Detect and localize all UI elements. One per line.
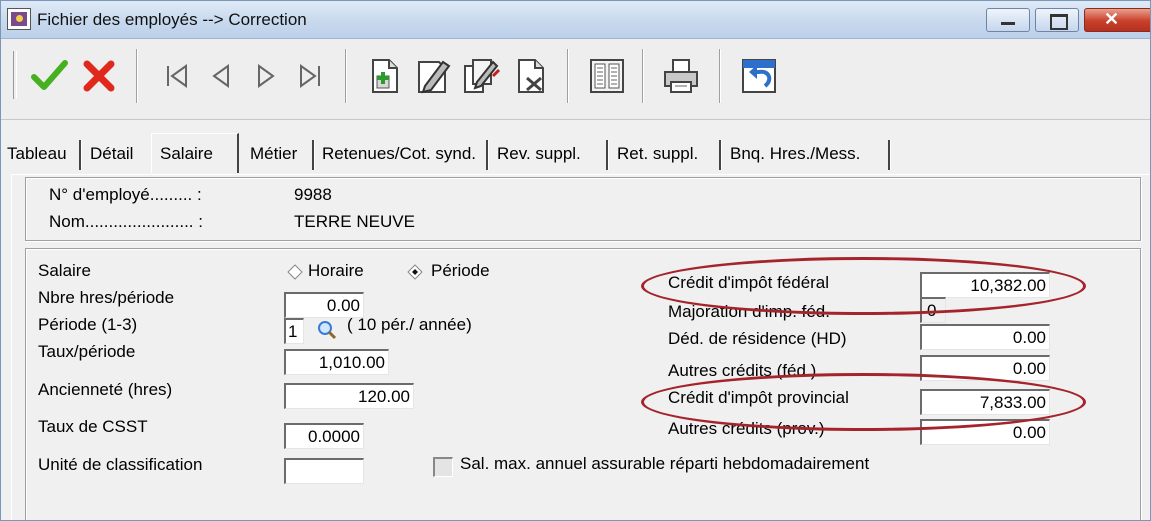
tab-strip: Tableau Détail Salaire Métier Retenues/C… [1,120,1150,174]
tab-divider [888,140,891,170]
autres-credits-fed-label: Autres crédits (féd.) [668,361,817,380]
tab-divider [719,140,722,170]
periode-label: Période (1-3) [38,315,138,334]
unite-classification-field[interactable] [284,458,364,484]
taux-periode-field[interactable]: 1,010.00 [284,349,389,375]
previous-record-icon[interactable] [201,56,241,96]
cancel-icon[interactable] [79,56,119,96]
check-icon[interactable] [29,56,69,96]
tab-ret-suppl[interactable]: Ret. suppl. [613,137,702,171]
first-record-icon[interactable] [156,56,196,96]
window-title: Fichier des employés --> Correction [37,10,307,29]
application-window: Fichier des employés --> Correction ✕ Ta… [0,0,1151,521]
residence-field[interactable]: 0.00 [920,324,1050,350]
search-icon[interactable] [316,319,338,341]
taux-periode-label: Taux/période [38,342,136,361]
undo-icon[interactable] [739,56,779,96]
toolbar-grip[interactable] [13,51,17,99]
employee-name-value: TERRE NEUVE [294,212,415,231]
toolbar-separator [567,49,569,103]
radio-periode[interactable] [407,264,423,280]
autres-credits-prov-label: Autres crédits (prov.) [668,419,825,438]
employee-number-label: N° d'employé......... : [49,185,202,204]
credit-provincial-label: Crédit d'impôt provincial [668,388,849,407]
edit-document-icon[interactable] [413,56,453,96]
hres-periode-label: Nbre hres/période [38,288,175,307]
tab-metier[interactable]: Métier [246,137,301,171]
toolbar-separator [345,49,347,103]
credit-federal-label: Crédit d'impôt fédéral [668,273,830,292]
edit-multiple-icon[interactable] [461,56,501,96]
salaire-label: Salaire [38,261,91,280]
credit-federal-field[interactable]: 10,382.00 [920,272,1050,298]
last-record-icon[interactable] [291,56,331,96]
toolbar-separator [719,49,721,103]
salaire-panel: N° d'employé......... : 9988 Nom........… [11,174,1150,520]
tab-rev-suppl[interactable]: Rev. suppl. [493,137,585,171]
next-record-icon[interactable] [246,56,286,96]
periode-field[interactable]: 1 [284,318,304,344]
anciennete-label: Ancienneté (hres) [38,380,173,399]
tab-divider [79,140,82,170]
majoration-label: Majoration d'imp. féd. [668,302,830,321]
list-icon[interactable] [587,56,627,96]
unite-classification-label: Unité de classification [38,455,203,474]
anciennete-field[interactable]: 120.00 [284,383,414,409]
tab-bnq-hres-mess[interactable]: Bnq. Hres./Mess. [726,137,864,171]
autres-credits-prov-field[interactable]: 0.00 [920,419,1050,445]
periode-option-label[interactable]: Période [431,261,490,281]
radio-horaire[interactable] [287,264,303,280]
delete-document-icon[interactable] [511,56,551,96]
csst-label: Taux de CSST [38,417,148,436]
tab-tableau[interactable]: Tableau [3,137,71,171]
toolbar-separator [642,49,644,103]
tab-salaire[interactable]: Salaire [151,133,239,173]
tab-divider [312,140,315,170]
autres-credits-fed-field[interactable]: 0.00 [920,355,1050,381]
residence-label: Déd. de résidence (HD) [668,329,847,348]
periode-note: ( 10 pér./ année) [347,315,472,334]
csst-field[interactable]: 0.0000 [284,423,364,449]
horaire-label[interactable]: Horaire [308,261,364,281]
employee-group: N° d'employé......... : 9988 Nom........… [25,177,1141,241]
tab-retenues-cot-synd[interactable]: Retenues/Cot. synd. [318,137,480,171]
maximize-button[interactable] [1035,8,1079,32]
new-document-icon[interactable] [365,56,405,96]
toolbar [1,39,1150,120]
salary-group: Salaire Horaire Période Nbre hres/périod… [25,248,1141,520]
tab-divider [486,140,489,170]
credit-provincial-field[interactable]: 7,833.00 [920,389,1050,415]
app-icon [7,8,31,30]
employee-number-value: 9988 [294,185,332,204]
tab-divider [606,140,609,170]
sal-max-checkbox[interactable] [433,457,453,477]
majoration-field[interactable]: 0 [920,297,946,323]
print-icon[interactable] [661,56,701,96]
sal-max-label: Sal. max. annuel assurable réparti hebdo… [460,454,870,473]
close-button[interactable] [1084,8,1150,32]
tab-detail[interactable]: Détail [86,137,137,171]
toolbar-separator [136,49,138,103]
minimize-button[interactable] [986,8,1030,32]
title-bar[interactable]: Fichier des employés --> Correction [1,1,1150,39]
employee-name-label: Nom....................... : [49,212,203,231]
